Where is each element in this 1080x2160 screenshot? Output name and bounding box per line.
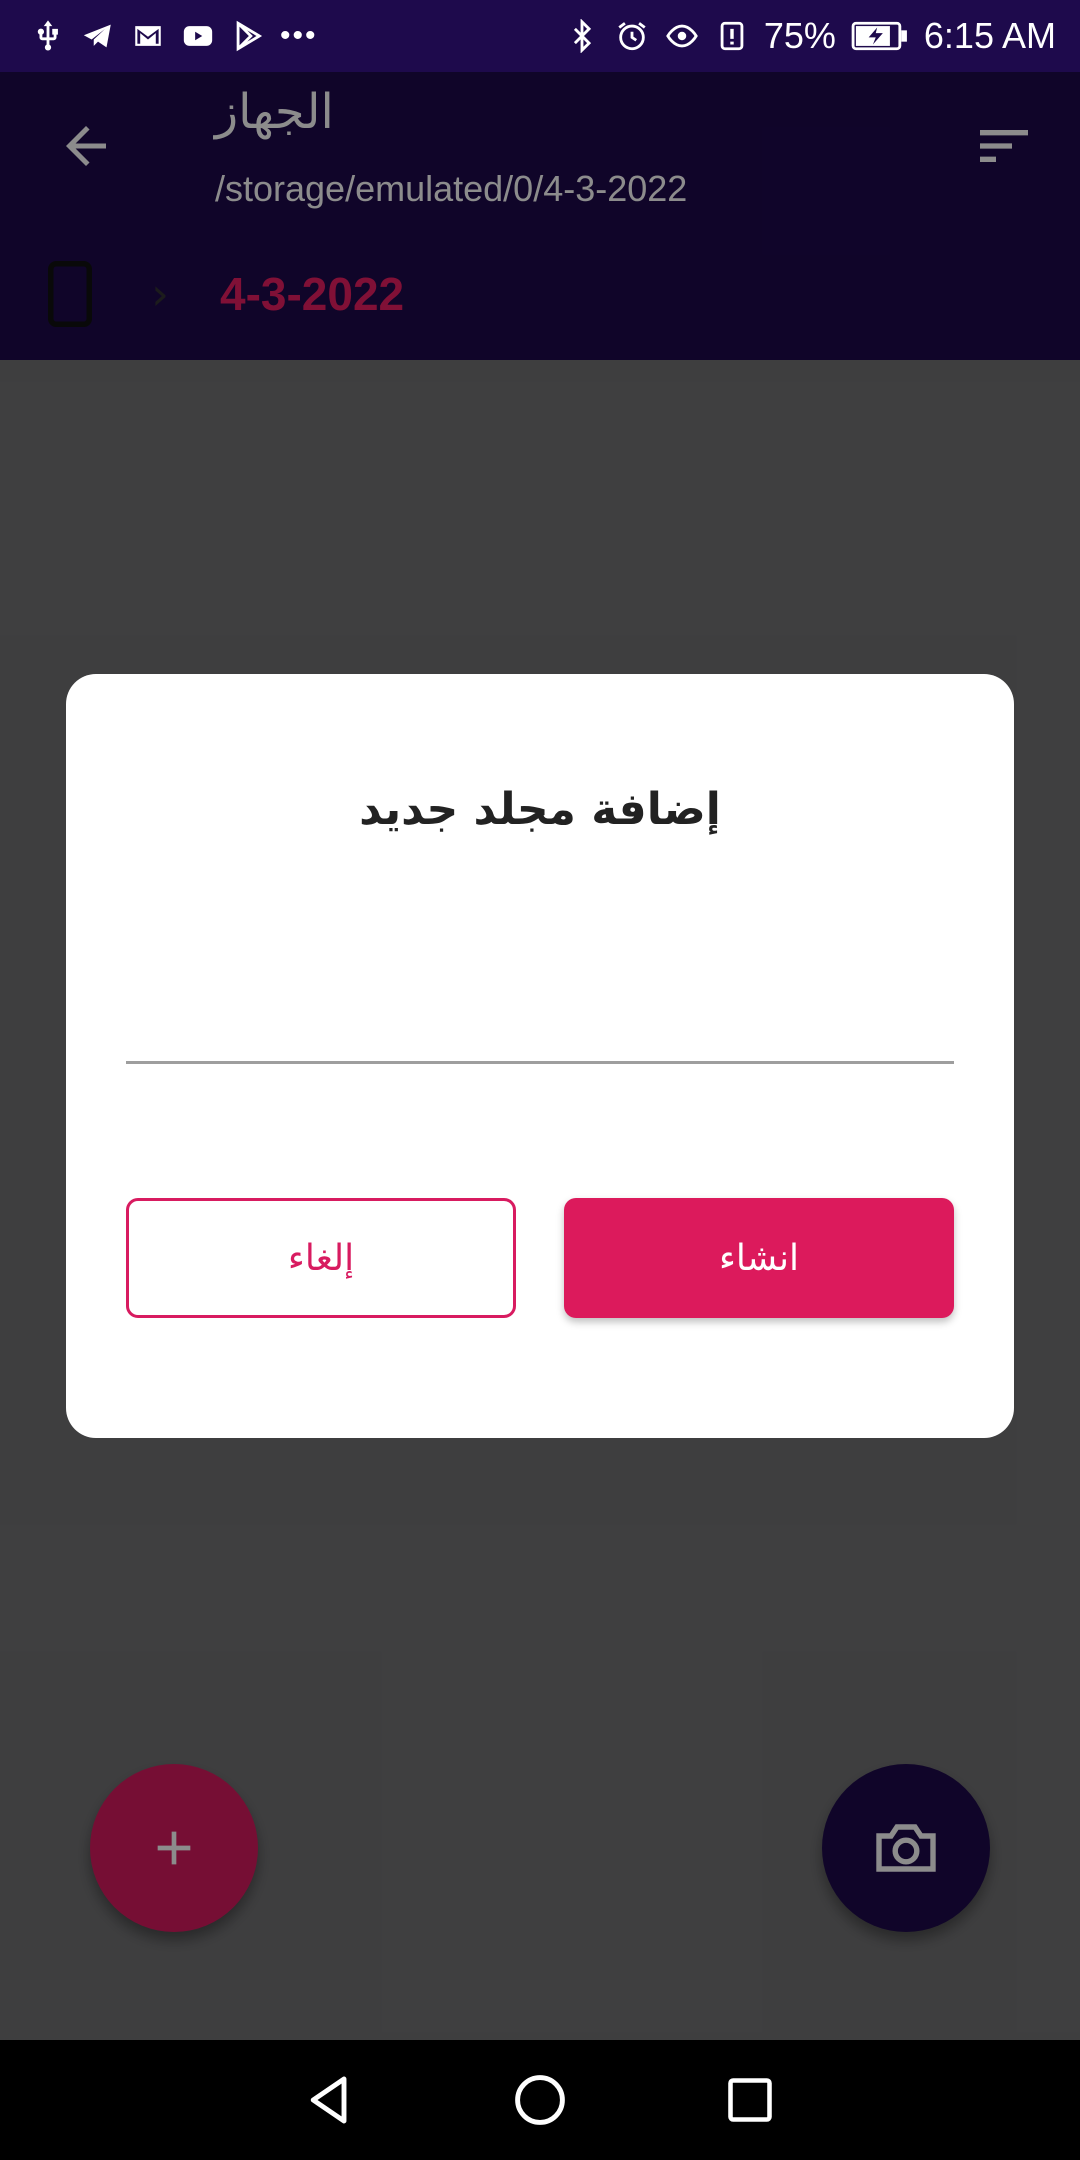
more-notifications-indicator: •••	[280, 19, 318, 52]
battery-charging-icon	[850, 18, 910, 54]
status-bar-system: 75% 6:15 AM	[564, 15, 1056, 57]
system-navigation-bar	[0, 2040, 1080, 2160]
nav-back-icon	[310, 2076, 347, 2124]
youtube-icon	[180, 18, 216, 54]
new-folder-dialog: إضافة مجلد جديد إلغاء انشاء	[66, 674, 1014, 1438]
gmail-icon	[130, 18, 166, 54]
clock: 6:15 AM	[923, 15, 1056, 56]
folder-name-input[interactable]	[126, 964, 954, 1061]
battery-percent: 75%	[763, 15, 836, 56]
battery-alert-icon	[714, 18, 750, 54]
dialog-title: إضافة مجلد جديد	[359, 784, 721, 835]
nav-home-icon	[515, 2075, 565, 2125]
bluetooth-icon	[564, 18, 600, 54]
cancel-button[interactable]: إلغاء	[126, 1198, 516, 1318]
eye-comfort-icon	[664, 18, 700, 54]
nav-recents-button[interactable]	[710, 2060, 790, 2140]
nav-home-button[interactable]	[500, 2060, 580, 2140]
status-bar-notifications: •••	[30, 18, 318, 54]
usb-icon	[30, 18, 66, 54]
play-store-icon	[230, 18, 266, 54]
nav-back-button[interactable]	[290, 2060, 370, 2140]
create-button[interactable]: انشاء	[564, 1198, 954, 1318]
folder-name-field[interactable]	[126, 964, 954, 1064]
nav-recents-icon	[728, 2078, 772, 2122]
alarm-icon	[614, 18, 650, 54]
status-bar: ••• 75% 6:15 AM	[0, 0, 1080, 72]
telegram-icon	[80, 18, 116, 54]
